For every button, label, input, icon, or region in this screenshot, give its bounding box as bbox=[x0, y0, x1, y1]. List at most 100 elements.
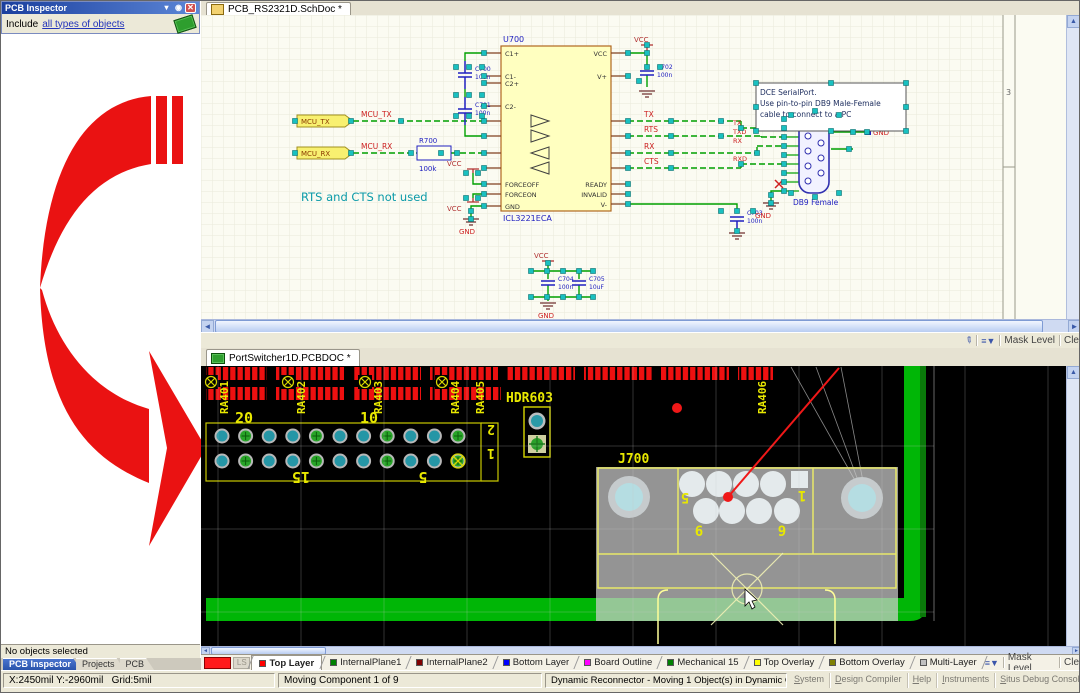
svg-text:V+: V+ bbox=[597, 73, 607, 81]
layer-tab-internalplane1[interactable]: InternalPlane1 bbox=[323, 655, 408, 670]
pcb-chip-icon bbox=[173, 14, 196, 33]
svg-text:C704: C704 bbox=[558, 276, 574, 283]
svg-text:VCC: VCC bbox=[534, 252, 549, 260]
svg-text:20: 20 bbox=[235, 409, 253, 427]
schematic-tab-label: PCB_RS2321D.SchDoc * bbox=[228, 4, 342, 15]
svg-text:10uF: 10uF bbox=[589, 284, 604, 291]
svg-text:RA401: RA401 bbox=[218, 381, 231, 414]
svg-text:VCC: VCC bbox=[593, 50, 607, 58]
layer-tab-top-layer[interactable]: Top Layer bbox=[251, 655, 322, 671]
menu-button-situs-debug-console[interactable]: Situs Debug Console bbox=[995, 673, 1080, 688]
scroll-up-icon: ▲ bbox=[1067, 366, 1080, 379]
schematic-tab-bar: PCB_RS2321D.SchDoc * bbox=[201, 1, 1080, 16]
svg-text:FORCEOFF: FORCEOFF bbox=[505, 181, 540, 189]
layer-color-swatch bbox=[584, 659, 591, 666]
pcb-inspector-panel: PCB Inspector ▾ ◉ ✕ Include all types of… bbox=[1, 1, 200, 34]
menu-button-design-compiler[interactable]: Design Compiler bbox=[830, 673, 908, 688]
layer-tab-mechanical-15[interactable]: Mechanical 15 bbox=[660, 655, 745, 670]
svg-text:100k: 100k bbox=[419, 165, 437, 173]
menu-button-help[interactable]: Help bbox=[908, 673, 938, 688]
svg-text:C705: C705 bbox=[589, 276, 605, 283]
layer-tab-bottom-layer[interactable]: Bottom Layer bbox=[496, 655, 577, 670]
pcb-doc-icon bbox=[211, 353, 225, 364]
ratsnest-dot bbox=[672, 403, 682, 413]
svg-text:GND: GND bbox=[459, 228, 475, 236]
svg-text:RA405: RA405 bbox=[474, 381, 487, 414]
note-text-box[interactable]: DCE SerialPort. Use pin-to-pin DB9 Male-F… bbox=[756, 83, 906, 131]
clear-button[interactable]: Cle bbox=[1064, 335, 1079, 346]
chip-part-number: ICL3221ECA bbox=[503, 214, 552, 223]
zone-marker: 3 bbox=[1006, 88, 1011, 97]
layer-tab-top-overlay[interactable]: Top Overlay bbox=[747, 655, 822, 670]
svg-text:DCE SerialPort.: DCE SerialPort. bbox=[760, 88, 817, 97]
svg-text:5: 5 bbox=[418, 468, 427, 486]
layer-color-swatch bbox=[920, 659, 927, 666]
pcb-tab-bar: PortSwitcher1D.PCBDOC * bbox=[201, 348, 1080, 367]
include-label: Include bbox=[6, 19, 38, 30]
svg-text:VCC: VCC bbox=[447, 205, 462, 213]
panel-tab-bar: PCB InspectorProjectsPCB bbox=[1, 658, 202, 670]
schematic-editor-pane: PCB_RS2321D.SchDoc * 3 bbox=[201, 1, 1080, 348]
panel-tab-pcb-inspector[interactable]: PCB Inspector bbox=[3, 658, 81, 670]
red-curved-arrow bbox=[1, 34, 201, 644]
schematic-hscrollbar[interactable]: ◄ ► bbox=[201, 319, 1080, 333]
menu-button-instruments[interactable]: Instruments bbox=[937, 673, 995, 688]
schematic-canvas[interactable]: 3 bbox=[201, 15, 1080, 319]
layer-color-swatch bbox=[259, 660, 266, 667]
schematic-vscrollbar[interactable]: ▲ bbox=[1066, 15, 1080, 319]
svg-text:READY: READY bbox=[585, 181, 607, 189]
pcb-editor-pane: PortSwitcher1D.PCBDOC * bbox=[201, 348, 1080, 670]
pin-icon[interactable]: ◉ bbox=[173, 3, 184, 13]
schematic-mask-strip: ✎ ≡▼ Mask Level Cle bbox=[201, 332, 1080, 348]
include-types-link[interactable]: all types of objects bbox=[42, 19, 124, 30]
layer-tab-multi-layer[interactable]: Multi-Layer bbox=[913, 655, 984, 670]
layer-tab-internalplane2[interactable]: InternalPlane2 bbox=[409, 655, 494, 670]
svg-text:VCC: VCC bbox=[447, 160, 462, 168]
svg-text:2: 2 bbox=[487, 421, 495, 436]
svg-text:MCU_TX: MCU_TX bbox=[301, 118, 330, 126]
status-bar: X:2450mil Y:-2960mil Grid:5mil Moving Co… bbox=[1, 670, 1080, 693]
tab-pcb-document[interactable]: PortSwitcher1D.PCBDOC * bbox=[206, 349, 360, 366]
layer-tab-board-outline[interactable]: Board Outline bbox=[577, 655, 659, 670]
layer-color-swatch bbox=[416, 659, 423, 666]
pcb-vscrollbar[interactable]: ▲ bbox=[1066, 366, 1080, 646]
current-layer-swatch[interactable] bbox=[204, 657, 231, 669]
pcb-canvas[interactable]: RA401RA402RA403RA404RA405RA406 20 10 15 … bbox=[201, 366, 1080, 646]
filter-icon: ≡▼ bbox=[981, 336, 995, 346]
j700-label: J700 bbox=[618, 452, 649, 467]
panel-title: PCB Inspector bbox=[5, 3, 67, 13]
grid-readout: Grid:5mil bbox=[112, 675, 152, 686]
clear-button[interactable]: Cle bbox=[1064, 657, 1079, 668]
svg-text:MCU_TX: MCU_TX bbox=[361, 110, 392, 119]
pcb-inspector-titlebar[interactable]: PCB Inspector ▾ ◉ ✕ bbox=[2, 2, 199, 14]
svg-text:Use pin-to-pin DB9 Male-Female: Use pin-to-pin DB9 Male-Female bbox=[760, 99, 881, 108]
svg-text:INVALID: INVALID bbox=[581, 191, 607, 199]
svg-text:C2-: C2- bbox=[505, 103, 517, 111]
panel-tab-projects[interactable]: Projects bbox=[76, 658, 125, 670]
tab-schematic-document[interactable]: PCB_RS2321D.SchDoc * bbox=[206, 2, 351, 16]
ic-u700[interactable]: U700 ICL3221ECA C1+C1-C2+C2-FORCEOFFFORC… bbox=[484, 35, 628, 223]
layer-tab-bottom-overlay[interactable]: Bottom Overlay bbox=[822, 655, 911, 670]
chevron-down-icon[interactable]: ▾ bbox=[161, 3, 172, 13]
selection-status-text: No objects selected bbox=[1, 644, 200, 658]
svg-text:RTS: RTS bbox=[644, 125, 658, 134]
svg-text:FORCEON: FORCEON bbox=[505, 191, 537, 199]
panel-tab-pcb[interactable]: PCB bbox=[120, 658, 155, 670]
mask-level-button[interactable]: Mask Level bbox=[1004, 335, 1055, 346]
altium-window: PCB Inspector ▾ ◉ ✕ Include all types of… bbox=[0, 0, 1080, 693]
menu-button-system[interactable]: System bbox=[789, 673, 830, 688]
annotation-text: RTS and CTS not used bbox=[301, 190, 428, 204]
svg-text:MCU_RX: MCU_RX bbox=[361, 142, 392, 151]
layer-color-swatch bbox=[503, 659, 510, 666]
svg-text:MCU_RX: MCU_RX bbox=[301, 150, 330, 158]
svg-text:RX: RX bbox=[733, 137, 743, 145]
status-menu-buttons: SystemDesign CompilerHelpInstrumentsSitu… bbox=[789, 673, 1079, 688]
layer-color-swatch bbox=[754, 659, 761, 666]
pcb-tab-label: PortSwitcher1D.PCBDOC * bbox=[229, 353, 351, 364]
chip-designator: U700 bbox=[503, 35, 524, 44]
svg-text:1: 1 bbox=[487, 445, 495, 460]
svg-text:GND: GND bbox=[538, 312, 554, 319]
left-column: PCB Inspector ▾ ◉ ✕ Include all types of… bbox=[1, 1, 202, 670]
hdr603-label: HDR603 bbox=[506, 391, 553, 406]
close-icon[interactable]: ✕ bbox=[185, 3, 196, 13]
